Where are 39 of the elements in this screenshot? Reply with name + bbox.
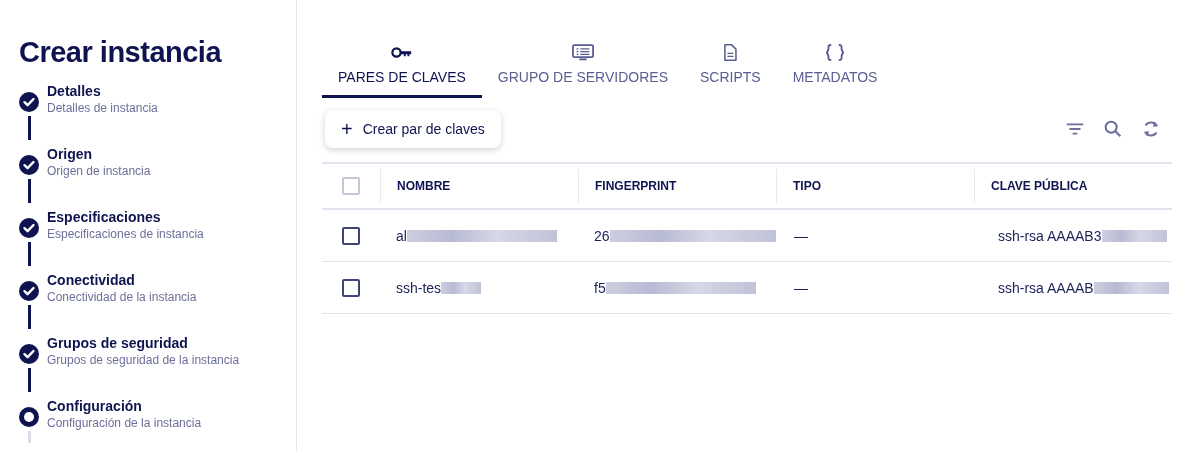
braces-icon (824, 44, 847, 61)
row-checkbox[interactable] (342, 278, 360, 297)
column-header[interactable]: TIPO (793, 179, 821, 193)
tab[interactable]: METADATOS (776, 40, 894, 98)
table-cell: f5 (594, 279, 606, 296)
create-key-pair-button[interactable]: + Crear par de claves (325, 110, 501, 148)
column-header[interactable]: NOMBRE (397, 179, 451, 193)
tab[interactable]: GRUPO DE SERVIDORES (481, 40, 684, 98)
table-cell: al (396, 227, 407, 244)
column-header[interactable]: CLAVE PÚBLICA (991, 179, 1088, 193)
monitor-list-icon (571, 44, 594, 61)
step-title[interactable]: Grupos de seguridad (47, 335, 188, 351)
table-cell: 26 (594, 227, 610, 244)
table-cell: ssh-rsa AAAAB (998, 279, 1094, 296)
step-title[interactable]: Configuración (47, 398, 142, 414)
select-all-checkbox[interactable] (342, 177, 360, 195)
step-description: Detalles de instancia (47, 101, 158, 115)
step-description: Especificaciones de instancia (47, 227, 204, 241)
column-header[interactable]: FINGERPRINT (595, 179, 677, 193)
pixelated-text (1101, 229, 1167, 242)
step-title[interactable]: Detalles (47, 83, 101, 99)
tab[interactable]: PARES DE CLAVES (322, 40, 482, 98)
step-title[interactable]: Conectividad (47, 272, 135, 288)
tab[interactable]: SCRIPTS (684, 40, 777, 98)
step-description: Configuración de la instancia (47, 416, 202, 430)
table-cell: ssh-tes (396, 279, 442, 296)
page-title: Crear instancia (19, 36, 223, 69)
table-cell: — (794, 227, 808, 244)
step-description: Conectividad de la instancia (47, 290, 197, 304)
pixelated-text (441, 281, 482, 294)
table-cell: — (794, 279, 808, 296)
step-description: Grupos de seguridad de la instancia (47, 353, 240, 367)
step-title[interactable]: Origen (47, 146, 93, 162)
table-cell: ssh-rsa AAAAB3 (998, 227, 1102, 244)
key-icon (390, 44, 413, 61)
row-checkbox[interactable] (342, 226, 360, 245)
step-description: Origen de instancia (47, 164, 151, 178)
search-icon[interactable] (1102, 118, 1124, 140)
step-title[interactable]: Especificaciones (47, 209, 161, 225)
